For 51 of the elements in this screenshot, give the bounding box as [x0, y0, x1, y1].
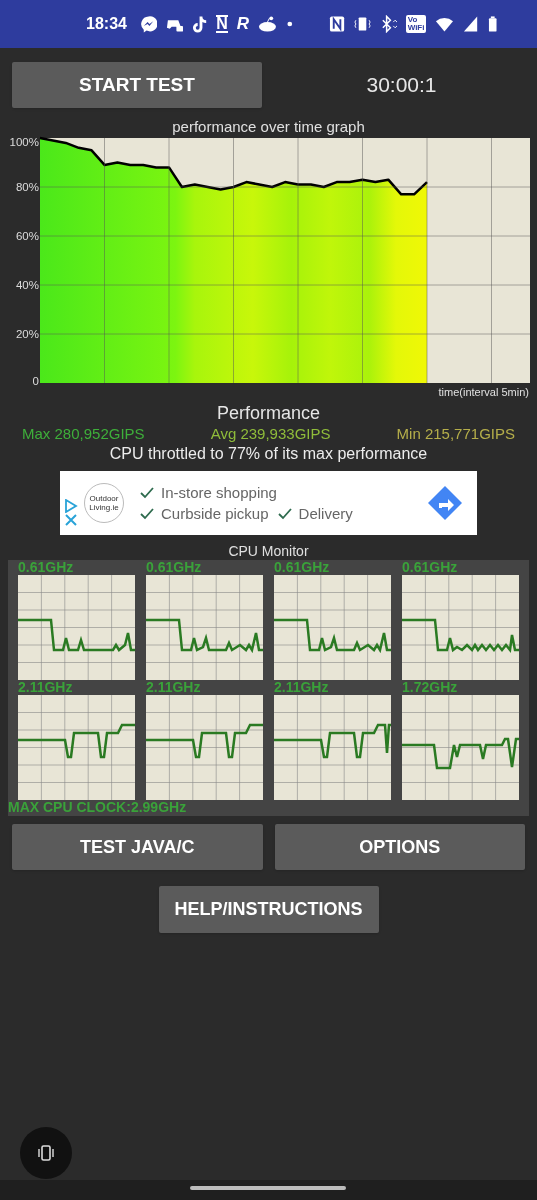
help-instructions-button[interactable]: HELP/INSTRUCTIONS: [158, 886, 379, 933]
max-score: Max 280,952GIPS: [22, 424, 145, 444]
performance-heading: Performance: [215, 402, 321, 424]
check-icon: [140, 507, 154, 520]
x-axis-label: time(interval 5min): [437, 385, 530, 399]
y-tick-label: 0: [32, 375, 39, 386]
ad-feature: Curbside pickup: [161, 504, 269, 524]
rotate-button[interactable]: [20, 1127, 72, 1179]
core-frequency: 0.61GHz: [146, 560, 203, 575]
core-frequency: 1.72GHz: [402, 680, 459, 695]
ad-info-icon[interactable]: [64, 498, 78, 513]
y-tick-label: 80%: [15, 181, 39, 193]
min-score: Min 215,771GIPS: [396, 424, 515, 444]
options-button[interactable]: OPTIONS: [274, 824, 525, 870]
check-icon: [277, 507, 292, 520]
y-tick-label: 20%: [15, 328, 39, 340]
timer: 30:00:1: [365, 72, 438, 99]
chat-bubble-icon: [139, 15, 157, 33]
vibrate-icon: [353, 15, 371, 33]
music-note-icon: [192, 15, 208, 33]
cpu-monitor-title: CPU Monitor: [227, 543, 310, 559]
start-test-button[interactable]: START TEST: [12, 62, 262, 108]
core-frequency: 2.11GHz: [146, 680, 202, 695]
vowifi-icon: Vo WiFi: [405, 15, 427, 33]
core-frequency: 0.61GHz: [18, 560, 75, 575]
nfc-icon: [328, 15, 345, 33]
signal-icon: [463, 15, 479, 33]
ad-feature: In-store shopping: [161, 483, 277, 503]
y-tick-label: 60%: [15, 230, 39, 242]
core-frequency: 2.11GHz: [274, 680, 330, 695]
avg-score: Avg 239,933GIPS: [210, 424, 331, 444]
ad-feature: Delivery: [298, 504, 353, 524]
core-frequency: 2.11GHz: [18, 680, 74, 695]
status-time: 18:34: [86, 14, 127, 34]
max-cpu-clock: MAX CPU CLOCK:2.99GHz: [8, 800, 188, 815]
close-icon[interactable]: [65, 513, 77, 526]
directions-icon[interactable]: [427, 485, 463, 521]
check-icon: [140, 486, 154, 499]
ad-banner[interactable]: Outdoor Living.ie In-store shopping Curbside pickup Delivery: [60, 471, 477, 535]
y-tick-label: 100%: [9, 136, 39, 148]
y-tick-label: 40%: [15, 279, 39, 291]
wifi-icon: [435, 15, 455, 33]
chart-title: performance over time graph: [171, 118, 366, 136]
battery-icon: [487, 15, 497, 33]
core-frequency: 0.61GHz: [402, 560, 459, 575]
core-frequency: 0.61GHz: [274, 560, 331, 575]
phone-rotate-icon: [37, 1143, 55, 1163]
test-java-c-button[interactable]: TEST JAVA/C: [12, 824, 263, 870]
home-handle[interactable]: [190, 1186, 346, 1190]
app-icon: R: [236, 11, 249, 37]
throttle-message: CPU throttled to 77% of its max performance: [108, 444, 429, 464]
